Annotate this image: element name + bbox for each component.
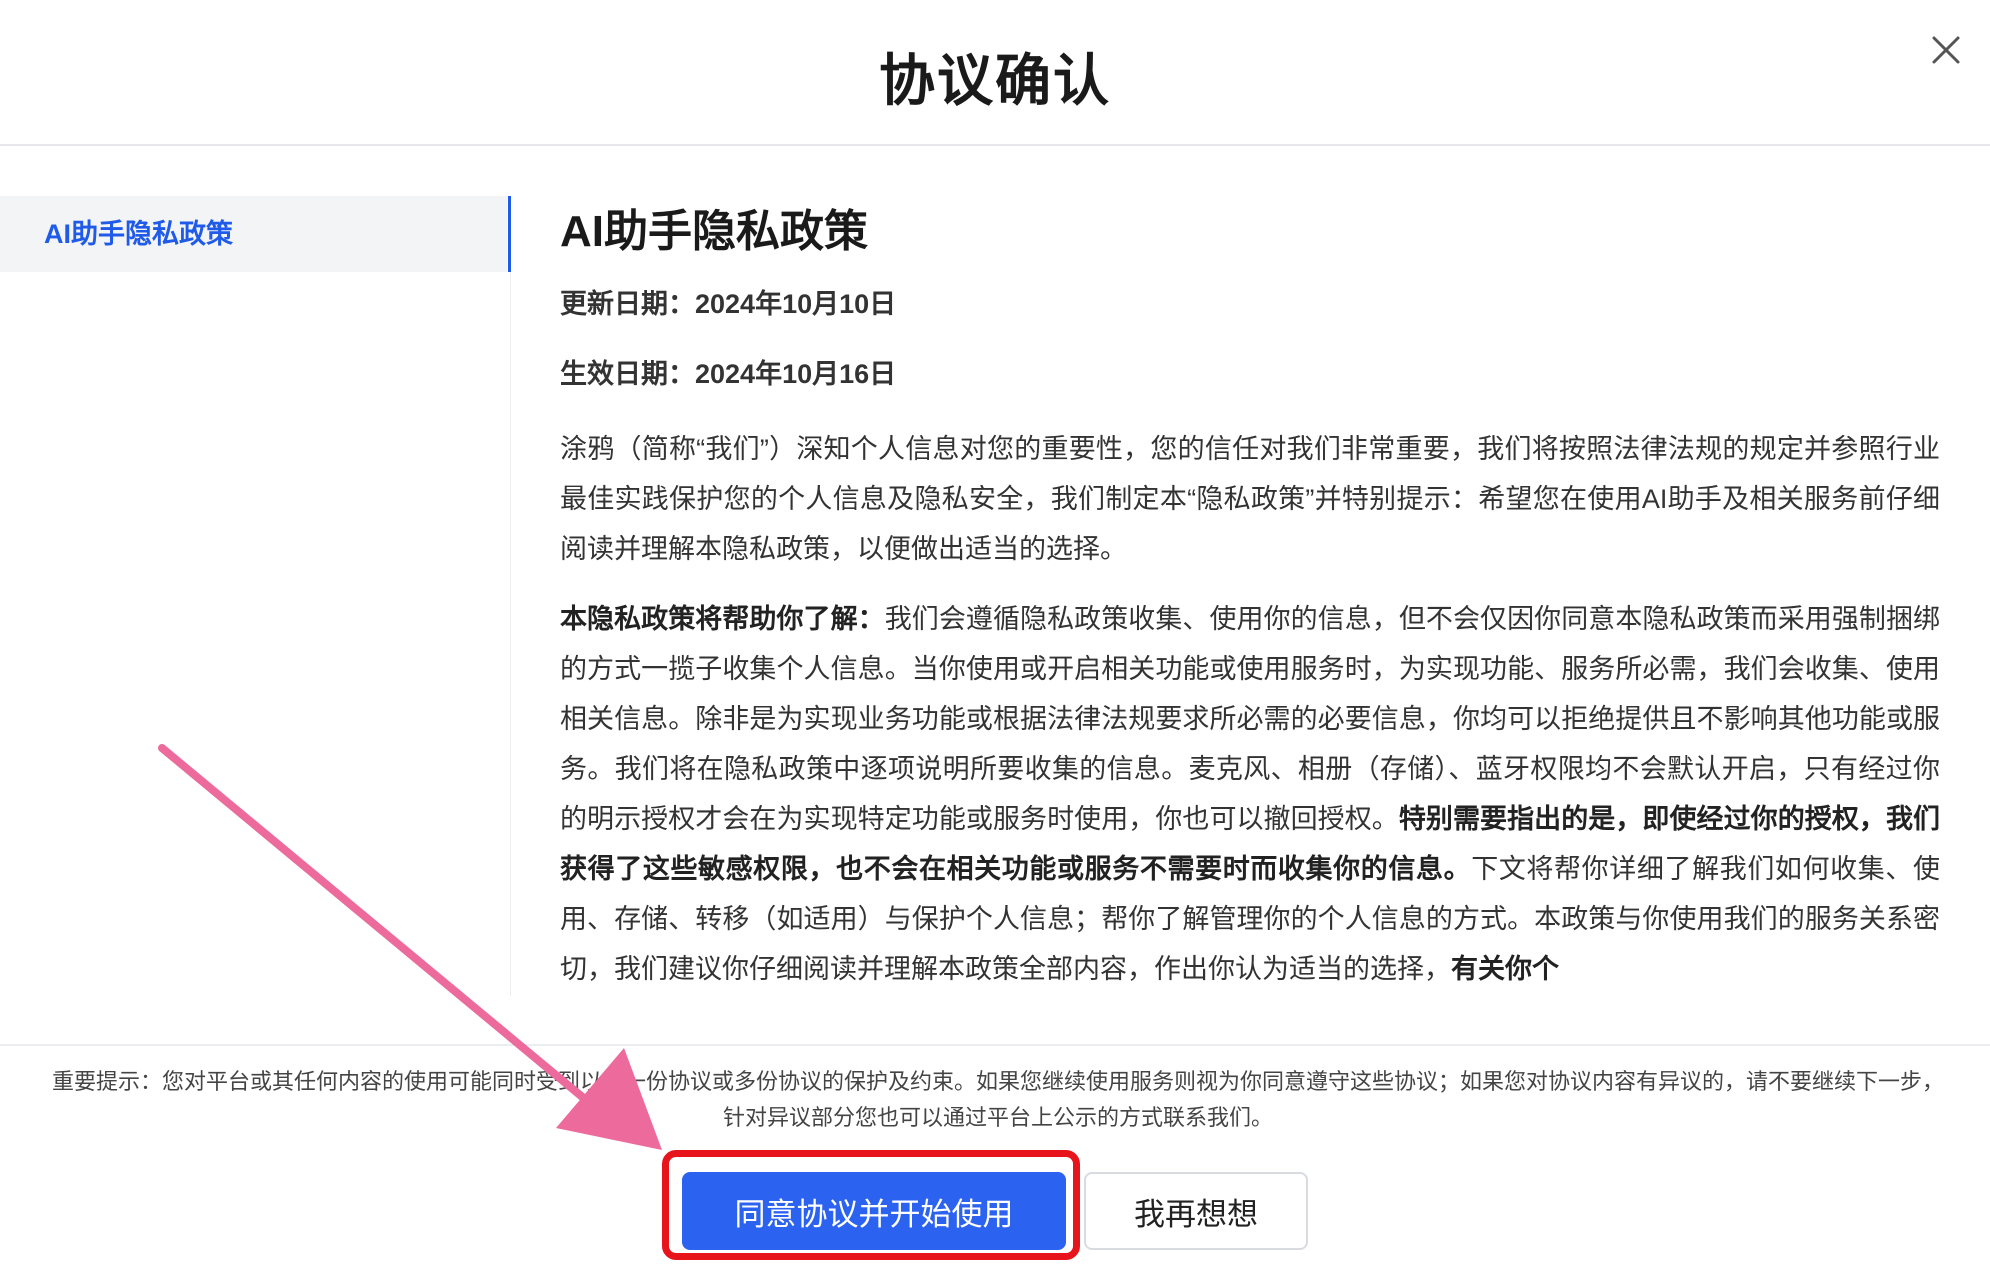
agree-and-start-button[interactable]: 同意协议并开始使用 (682, 1172, 1066, 1250)
sidebar-divider (510, 272, 511, 996)
sidebar-active-indicator (508, 196, 511, 272)
footer-divider (0, 1044, 1990, 1046)
dialog-title: 协议确认 (879, 49, 1111, 112)
summary-text-a: 我们会遵循隐私政策收集、使用你的信息，但不会仅因你同意本隐私政策而采用强制捆绑的… (560, 604, 1940, 834)
document-content[interactable]: AI助手隐私政策 更新日期：2024年10月10日 生效日期：2024年10月1… (560, 196, 1940, 996)
dialog-header: 协议确认 (0, 0, 1990, 146)
intro-paragraph: 涂鸦（简称“我们”）深知个人信息对您的重要性，您的信任对我们非常重要，我们将按照… (560, 434, 1940, 564)
sidebar: AI助手隐私政策 (0, 196, 511, 996)
reconsider-button[interactable]: 我再想想 (1084, 1172, 1308, 1250)
document-title: AI助手隐私政策 (560, 207, 868, 256)
effective-date: 生效日期：2024年10月16日 (560, 359, 897, 389)
close-icon[interactable] (1926, 30, 1966, 70)
sidebar-item-ai-privacy-policy[interactable]: AI助手隐私政策 (0, 196, 507, 272)
summary-lead: 本隐私政策将帮助你了解： (560, 604, 885, 634)
summary-text-d: 有关你个 (1451, 954, 1559, 984)
summary-paragraph: 本隐私政策将帮助你了解：我们会遵循隐私政策收集、使用你的信息，但不会仅因你同意本… (560, 594, 1940, 994)
update-date: 更新日期：2024年10月10日 (560, 289, 897, 319)
important-notice: 重要提示：您对平台或其任何内容的使用可能同时受到以上一份协议或多份协议的保护及约… (51, 1069, 1944, 1130)
